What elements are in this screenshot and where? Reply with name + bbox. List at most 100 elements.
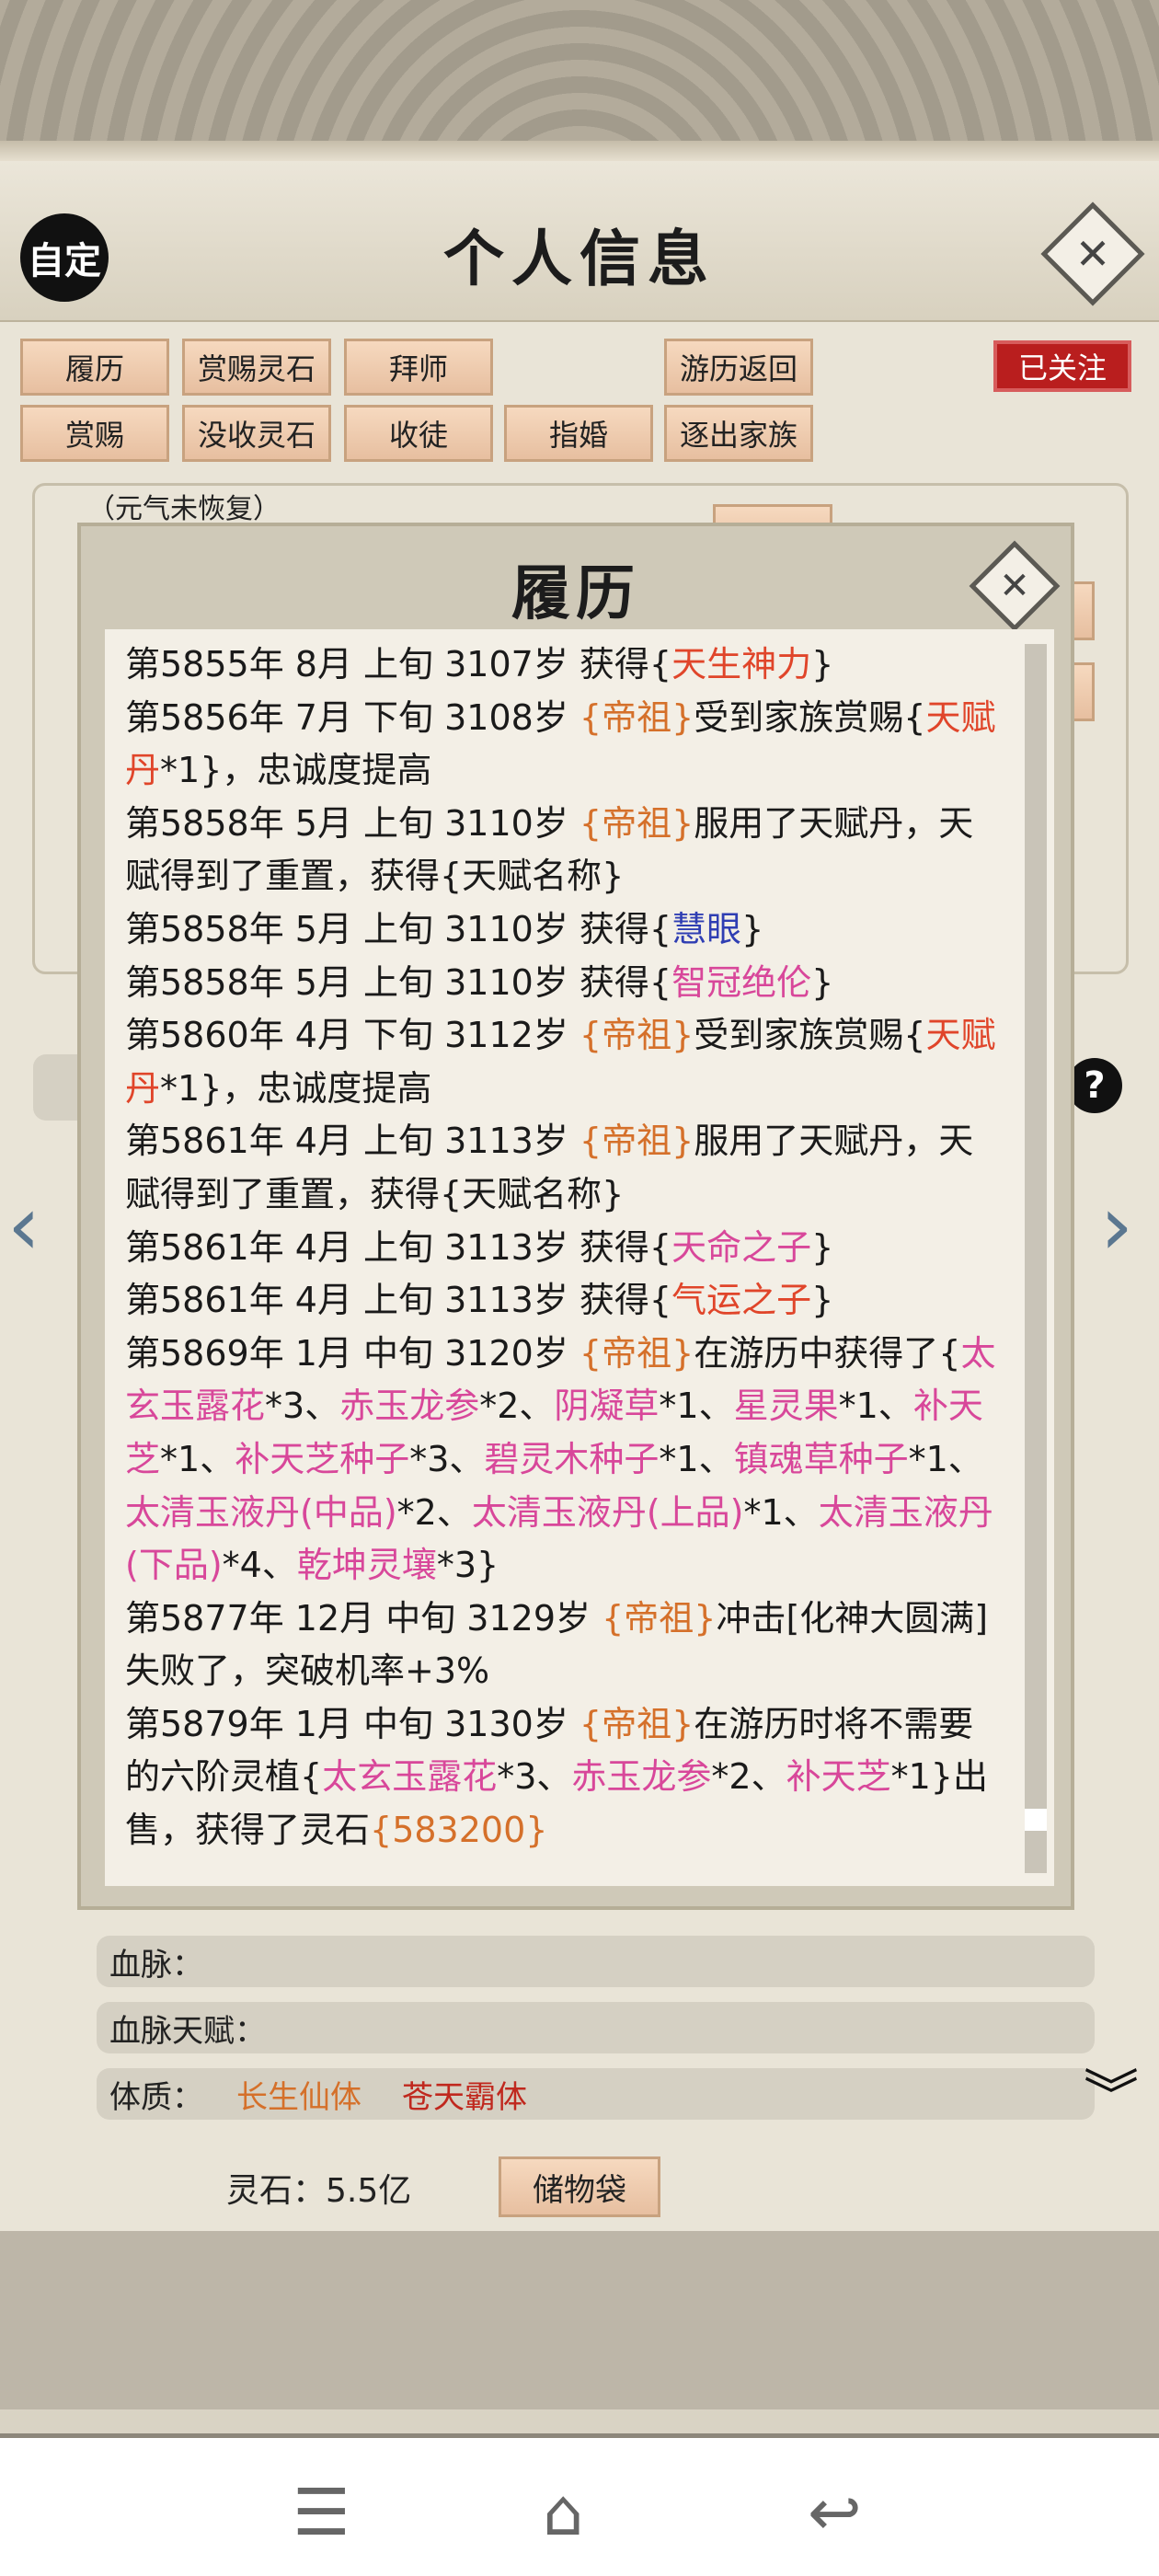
history-entry-text: *1、 bbox=[659, 1438, 734, 1479]
history-entry-text: 天命之子 bbox=[671, 1226, 812, 1268]
arrange-marriage-button[interactable]: 指婚 bbox=[504, 405, 653, 462]
history-entry-text: 在游历中获得了{ bbox=[694, 1332, 961, 1374]
history-entry-text: } bbox=[811, 1226, 834, 1268]
history-entry-text: 太清玉液丹(中品) bbox=[125, 1491, 397, 1533]
history-entry: 第5855年 8月 上旬 3107岁 获得{天生神力} bbox=[125, 638, 999, 692]
confiscate-stones-button[interactable]: 没收灵石 bbox=[182, 405, 331, 462]
history-entry-text: } bbox=[811, 1280, 834, 1321]
history-entry-text: 碧灵木种子 bbox=[484, 1438, 660, 1479]
history-entry-text: 第5877年 12月 中旬 3129岁 bbox=[125, 1597, 602, 1639]
history-entry-text: 太清玉液丹(上品) bbox=[471, 1491, 744, 1533]
home-icon[interactable]: ⌂ bbox=[543, 2475, 583, 2550]
close-icon: ✕ bbox=[999, 565, 1030, 607]
history-entry-text: {583200} bbox=[370, 1810, 548, 1851]
physique-value: 长生仙体 bbox=[236, 2078, 361, 2116]
history-entry-text: 第5861年 4月 上旬 3113岁 获得{ bbox=[125, 1226, 672, 1268]
history-entry-text: *1、 bbox=[743, 1491, 819, 1533]
bloodline-label: 血脉： bbox=[109, 1946, 203, 1984]
history-entry-text: 太玄玉露花 bbox=[322, 1756, 498, 1798]
history-entry-text: 受到家族赏赐{ bbox=[694, 1015, 926, 1056]
history-entry-text: 第5858年 5月 上旬 3110岁 获得{ bbox=[125, 961, 672, 1003]
history-button[interactable]: 履历 bbox=[20, 339, 169, 396]
history-entry-text: *3、 bbox=[409, 1438, 485, 1479]
double-chevron-down-icon[interactable]: ︾ bbox=[1084, 2052, 1139, 2132]
history-entry: 第5869年 1月 中旬 3120岁 {帝祖}在游历中获得了{太玄玉露花*3、赤… bbox=[125, 1328, 999, 1593]
history-entry-text: {帝祖} bbox=[579, 1015, 694, 1056]
history-entry: 第5860年 4月 下旬 3112岁 {帝祖}受到家族赏赐{天赋丹*1}，忠诚度… bbox=[125, 1009, 999, 1115]
history-entry: 第5858年 5月 上旬 3110岁 获得{智冠绝伦} bbox=[125, 957, 999, 1010]
followed-badge[interactable]: 已关注 bbox=[993, 340, 1131, 392]
bloodline-talent-row: 血脉天赋： bbox=[97, 2002, 1095, 2053]
become-master-button[interactable]: 拜师 bbox=[344, 339, 493, 396]
spirit-stone-count: 灵石：5.5亿 bbox=[226, 2172, 412, 2210]
history-entry-text: 第5869年 1月 中旬 3120岁 bbox=[125, 1332, 580, 1374]
page-title: 个人信息 bbox=[443, 223, 716, 294]
game-screen: 自定 个人信息 ✕ 履历 赏赐灵石 拜师 游历返回 赏赐 没收灵石 收徒 指婚 … bbox=[0, 0, 1159, 2576]
decorative-banner bbox=[0, 0, 1159, 161]
close-icon: ✕ bbox=[1074, 229, 1111, 279]
history-entry-text: *4、 bbox=[222, 1545, 297, 1586]
history-entry-text: 补天芝 bbox=[786, 1756, 891, 1798]
history-entry-text: {帝祖} bbox=[579, 696, 694, 738]
history-entry-text: 第5855年 8月 上旬 3107岁 获得{ bbox=[125, 644, 672, 684]
history-entry-text: *1、 bbox=[659, 1386, 734, 1427]
footer-decoration bbox=[0, 2231, 1159, 2433]
history-entry-text: 第5856年 7月 下旬 3108岁 bbox=[125, 696, 580, 738]
bloodline-talent-label: 血脉天赋： bbox=[109, 2012, 266, 2050]
history-entry-text: 智冠绝伦 bbox=[671, 961, 812, 1003]
history-entry-text: 镇魂草种子 bbox=[733, 1438, 909, 1479]
history-entry-text: 第5861年 4月 上旬 3113岁 获得{ bbox=[125, 1280, 672, 1321]
back-icon[interactable]: ↩ bbox=[808, 2475, 862, 2550]
history-entry-text: {帝祖} bbox=[579, 1332, 694, 1374]
history-entry: 第5858年 5月 上旬 3110岁 {帝祖}服用了天赋丹，天赋得到了重置，获得… bbox=[125, 798, 999, 903]
history-entry-text: *2、 bbox=[711, 1756, 786, 1798]
history-entry-text: {帝祖} bbox=[602, 1597, 717, 1639]
chevron-left-icon[interactable]: ‹ bbox=[7, 1178, 40, 1274]
scrollbar-thumb[interactable] bbox=[1025, 1809, 1047, 1831]
physique-value: 苍天霸体 bbox=[402, 2078, 527, 2116]
reward-button[interactable]: 赏赐 bbox=[20, 405, 169, 462]
history-log[interactable]: 第5855年 8月 上旬 3107岁 获得{天生神力} 第5856年 7月 下旬 … bbox=[105, 629, 1054, 1886]
history-entry-text: *1、 bbox=[160, 1438, 235, 1479]
history-entry-text: *3、 bbox=[497, 1756, 572, 1798]
history-dialog: 履历 ✕ 第5855年 8月 上旬 3107岁 获得{天生神力} 第5856年 7… bbox=[77, 523, 1074, 1910]
history-entry-text: {帝祖} bbox=[579, 1703, 694, 1744]
history-entry-text: *3} bbox=[436, 1545, 499, 1586]
history-entry-text: } bbox=[811, 961, 834, 1003]
avatar[interactable]: 自定 bbox=[20, 213, 109, 302]
history-entry: 第5858年 5月 上旬 3110岁 获得{慧眼} bbox=[125, 903, 999, 957]
history-entry-text: *2、 bbox=[479, 1386, 555, 1427]
history-entry-text: *1}，忠诚度提高 bbox=[160, 1067, 432, 1109]
history-entry-text: {帝祖} bbox=[579, 802, 694, 844]
history-entry-text: {帝祖} bbox=[579, 1121, 694, 1162]
help-icon[interactable]: ? bbox=[1067, 1058, 1122, 1113]
bloodline-row: 血脉： bbox=[97, 1936, 1095, 1987]
storage-bag-button[interactable]: 储物袋 bbox=[499, 2156, 660, 2217]
physique-label: 体质： bbox=[109, 2078, 203, 2116]
history-entry-text: 第5860年 4月 下旬 3112岁 bbox=[125, 1015, 580, 1056]
history-entry-text: 气运之子 bbox=[671, 1280, 812, 1321]
reward-stones-button[interactable]: 赏赐灵石 bbox=[182, 339, 331, 396]
history-entries: 第5855年 8月 上旬 3107岁 获得{天生神力} 第5856年 7月 下旬 … bbox=[105, 629, 1054, 1857]
history-entry-text: 第5858年 5月 上旬 3110岁 bbox=[125, 802, 580, 844]
scrollbar[interactable] bbox=[1025, 644, 1047, 1873]
history-entry-text: 受到家族赏赐{ bbox=[694, 696, 926, 738]
history-entry-text: 慧眼 bbox=[671, 908, 742, 949]
take-disciple-button[interactable]: 收徒 bbox=[344, 405, 493, 462]
history-entry-text: 第5861年 4月 上旬 3113岁 bbox=[125, 1121, 580, 1162]
expel-from-family-button[interactable]: 逐出家族 bbox=[664, 405, 813, 462]
history-entry-text: 第5858年 5月 上旬 3110岁 获得{ bbox=[125, 908, 672, 949]
history-entry: 第5877年 12月 中旬 3129岁 {帝祖}冲击[化神大圆满]失败了，突破机… bbox=[125, 1593, 999, 1698]
history-entry-text: 星灵果 bbox=[733, 1386, 839, 1427]
history-entry: 第5879年 1月 中旬 3130岁 {帝祖}在游历时将不需要的六阶灵植{太玄玉… bbox=[125, 1698, 999, 1857]
history-entry-text: *1、 bbox=[908, 1438, 983, 1479]
history-entry-text: 阴凝草 bbox=[554, 1386, 660, 1427]
history-entry-text: *1}，忠诚度提高 bbox=[160, 750, 432, 791]
history-entry-text: } bbox=[811, 644, 834, 684]
chevron-right-icon[interactable]: › bbox=[1100, 1178, 1133, 1274]
dialog-title: 履历 bbox=[511, 559, 640, 628]
history-entry-text: 天生神力 bbox=[671, 644, 812, 684]
menu-icon[interactable]: ☰ bbox=[293, 2475, 350, 2550]
history-entry: 第5856年 7月 下旬 3108岁 {帝祖}受到家族赏赐{天赋丹*1}，忠诚度… bbox=[125, 692, 999, 798]
return-from-travel-button[interactable]: 游历返回 bbox=[664, 339, 813, 396]
